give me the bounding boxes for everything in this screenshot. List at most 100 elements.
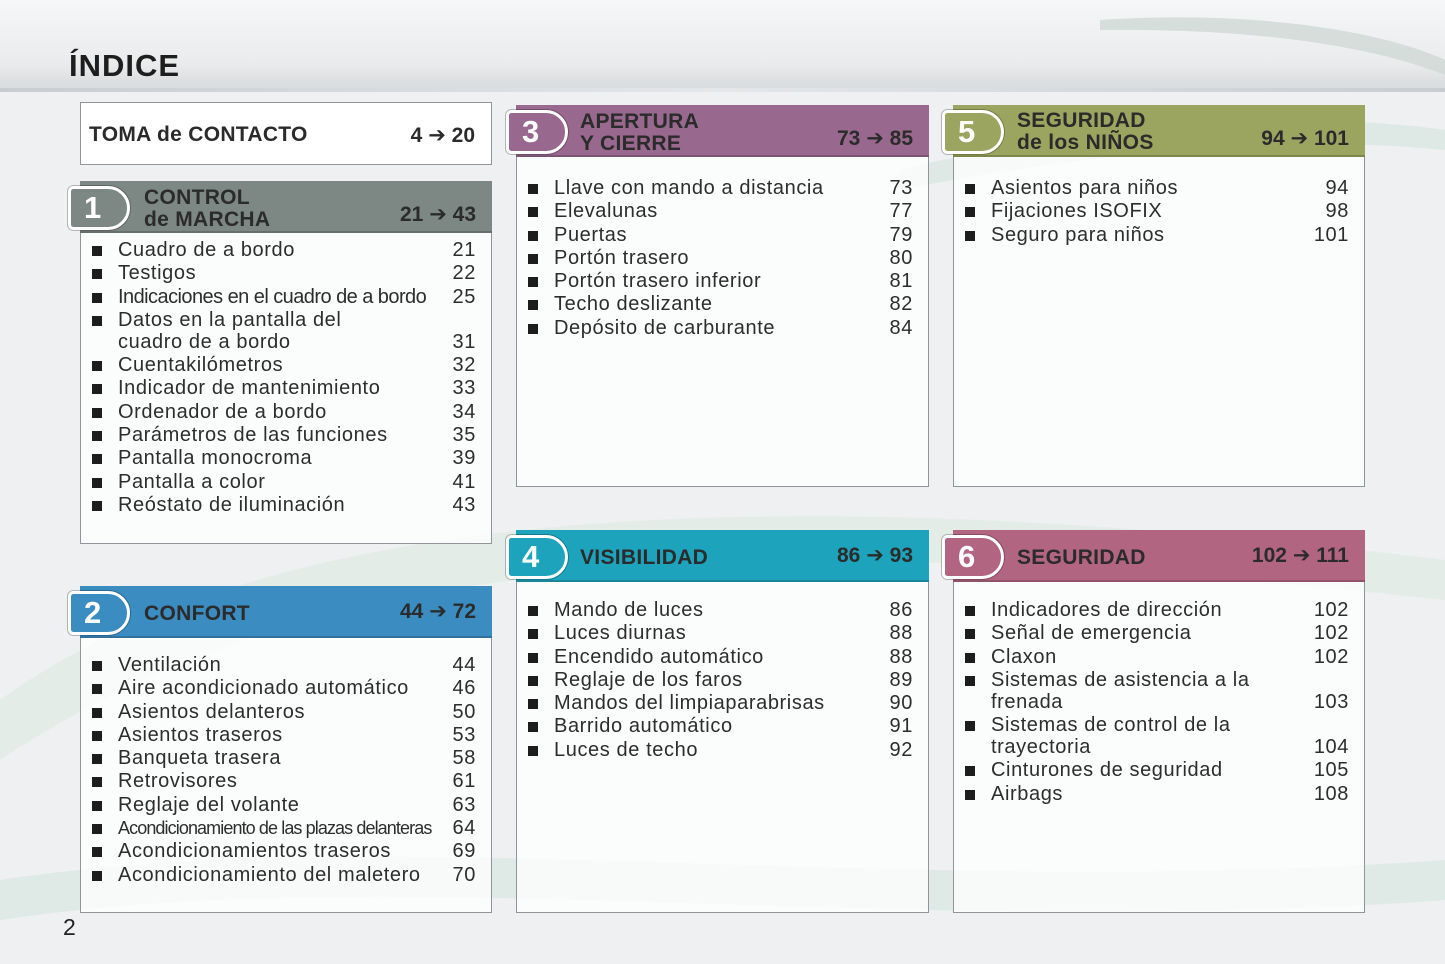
toc-entry[interactable]: Acondicionamiento de las plazas delanter… bbox=[80, 817, 492, 839]
square-bullet-icon bbox=[92, 730, 102, 741]
toc-entry[interactable]: Sistemas de asistencia a la frenada 103 bbox=[953, 669, 1365, 713]
section-6-entries: Indicadores de dirección 102 Señal de eme… bbox=[953, 599, 1365, 806]
toc-entry[interactable]: Portón trasero inferior 81 bbox=[516, 270, 929, 292]
arrow-right-icon: ➔ bbox=[866, 127, 884, 150]
square-bullet-icon bbox=[965, 629, 975, 640]
section-1-title: CONTROL de MARCHA bbox=[144, 186, 271, 231]
toc-entry[interactable]: Encendido automático 88 bbox=[516, 646, 929, 668]
section-2-range: 44 ➔ 72 bbox=[399, 600, 476, 623]
toc-entry[interactable]: Portón trasero 80 bbox=[516, 247, 929, 269]
toc-entry[interactable]: Seguro para niños 101 bbox=[953, 224, 1365, 246]
section-6-header: SEGURIDAD 102 ➔ 111 bbox=[953, 530, 1365, 582]
toc-entry[interactable]: Asientos para niños 94 bbox=[953, 177, 1365, 199]
toc-entry[interactable]: Llave con mando a distancia 73 bbox=[516, 177, 929, 199]
square-bullet-icon bbox=[92, 269, 102, 280]
section-2-number-badge: 2 bbox=[68, 591, 130, 635]
toc-entry[interactable]: Reglaje de los faros 89 bbox=[516, 669, 929, 691]
square-bullet-icon bbox=[528, 675, 538, 686]
square-bullet-icon bbox=[528, 722, 538, 733]
section-4-title: VISIBILIDAD bbox=[580, 546, 709, 569]
section-6-range: 102 ➔ 111 bbox=[1251, 544, 1349, 567]
section-2-title: CONFORT bbox=[144, 602, 250, 625]
toc-entry[interactable]: Banqueta trasera 58 bbox=[80, 747, 492, 769]
arrow-right-icon: ➔ bbox=[429, 600, 447, 623]
square-bullet-icon bbox=[965, 207, 975, 218]
square-bullet-icon bbox=[528, 300, 538, 311]
square-bullet-icon bbox=[92, 707, 102, 718]
square-bullet-icon bbox=[92, 500, 102, 511]
square-bullet-icon bbox=[92, 361, 102, 372]
square-bullet-icon bbox=[965, 652, 975, 663]
toma-label: TOMA de CONTACTO bbox=[89, 123, 308, 146]
toc-entry[interactable]: Datos en la pantalla del cuadro de a bor… bbox=[80, 309, 492, 353]
toc-entry[interactable]: Cuentakilómetros 32 bbox=[80, 354, 492, 376]
section-1-range: 21 ➔ 43 bbox=[399, 203, 476, 226]
toc-entry[interactable]: Airbags 108 bbox=[953, 783, 1365, 805]
section-4-number-badge: 4 bbox=[506, 535, 568, 579]
toc-entry[interactable]: Acondicionamiento del maletero 70 bbox=[80, 864, 492, 886]
toc-entry[interactable]: Puertas 79 bbox=[516, 224, 929, 246]
square-bullet-icon bbox=[92, 684, 102, 695]
toc-entry[interactable]: Claxon 102 bbox=[953, 646, 1365, 668]
section-5-panel bbox=[953, 105, 1365, 487]
square-bullet-icon bbox=[92, 407, 102, 418]
toc-entry[interactable]: Mando de luces 86 bbox=[516, 599, 929, 621]
square-bullet-icon bbox=[92, 477, 102, 488]
toc-entry[interactable]: Cuadro de a bordo 21 bbox=[80, 239, 492, 261]
toc-entry[interactable]: Depósito de carburante 84 bbox=[516, 317, 929, 339]
section-2-entries: Ventilación 44 Aire acondicionado automát… bbox=[80, 654, 492, 887]
section-5-number-badge: 5 bbox=[942, 110, 1004, 154]
section-5-range: 94 ➔ 101 bbox=[1261, 127, 1349, 150]
toc-entry[interactable]: Elevalunas 77 bbox=[516, 200, 929, 222]
toc-entry[interactable]: Acondicionamientos traseros 69 bbox=[80, 840, 492, 862]
toc-entry[interactable]: Barrido automático 91 bbox=[516, 715, 929, 737]
section-1-entries: Cuadro de a bordo 21 Testigos 22 Indicacio… bbox=[80, 239, 492, 517]
square-bullet-icon bbox=[528, 230, 538, 241]
toc-entry[interactable]: Luces diurnas 88 bbox=[516, 622, 929, 644]
toc-entry[interactable]: Parámetros de las funciones 35 bbox=[80, 424, 492, 446]
toc-entry[interactable]: Ventilación 44 bbox=[80, 654, 492, 676]
arrow-right-icon: ➔ bbox=[1292, 544, 1311, 567]
toc-entry[interactable]: Pantalla a color 41 bbox=[80, 471, 492, 493]
toc-entry[interactable]: Fijaciones ISOFIX 98 bbox=[953, 200, 1365, 222]
toma-de-contacto-box: TOMA de CONTACTO 4 ➔ 20 bbox=[80, 102, 492, 165]
toc-entry[interactable]: Testigos 22 bbox=[80, 262, 492, 284]
square-bullet-icon bbox=[965, 184, 975, 194]
square-bullet-icon bbox=[965, 606, 975, 616]
square-bullet-icon bbox=[92, 454, 102, 465]
arrow-right-icon: ➔ bbox=[429, 203, 447, 226]
square-bullet-icon bbox=[92, 384, 102, 395]
section-3-title: APERTURA Y CIERRE bbox=[580, 110, 700, 155]
toma-range: 4 ➔ 20 bbox=[410, 124, 475, 147]
toc-entry[interactable]: Cinturones de seguridad 105 bbox=[953, 759, 1365, 781]
section-3-entries: Llave con mando a distancia 73 Elevalunas… bbox=[516, 177, 929, 340]
toc-entry[interactable]: Asientos traseros 53 bbox=[80, 724, 492, 746]
toc-entry[interactable]: Reóstato de iluminación 43 bbox=[80, 494, 492, 516]
toc-entry[interactable]: Indicadores de dirección 102 bbox=[953, 599, 1365, 621]
toc-entry[interactable]: Asientos delanteros 50 bbox=[80, 701, 492, 723]
arrow-right-icon: ➔ bbox=[1290, 127, 1309, 150]
square-bullet-icon bbox=[92, 431, 102, 442]
section-2-header: CONFORT 44 ➔ 72 bbox=[80, 586, 492, 638]
toc-entry[interactable]: Aire acondicionado automático 46 bbox=[80, 677, 492, 699]
square-bullet-icon bbox=[92, 754, 102, 765]
square-bullet-icon bbox=[965, 675, 975, 686]
toc-entry[interactable]: Reglaje del volante 63 bbox=[80, 794, 492, 816]
section-4-header: VISIBILIDAD 86 ➔ 93 bbox=[516, 530, 929, 582]
toc-entry[interactable]: Señal de emergencia 102 bbox=[953, 622, 1365, 644]
toc-entry[interactable]: Mandos del limpiaparabrisas 90 bbox=[516, 692, 929, 714]
toc-entry[interactable]: Indicaciones en el cuadro de a bordo 25 bbox=[80, 286, 492, 308]
section-5-title: SEGURIDAD de los NIÑOS bbox=[1017, 109, 1154, 154]
toc-entry[interactable]: Pantalla monocroma 39 bbox=[80, 447, 492, 469]
toc-entry[interactable]: Indicador de mantenimiento 33 bbox=[80, 377, 492, 399]
square-bullet-icon bbox=[528, 207, 538, 218]
toc-entry[interactable]: Retrovisores 61 bbox=[80, 770, 492, 792]
section-1-header: CONTROL de MARCHA 21 ➔ 43 bbox=[80, 181, 492, 233]
toc-entry[interactable]: Ordenador de a bordo 34 bbox=[80, 401, 492, 423]
toc-entry[interactable]: Luces de techo 92 bbox=[516, 739, 929, 761]
toc-entry[interactable]: Techo deslizante 82 bbox=[516, 293, 929, 315]
section-3-header: APERTURA Y CIERRE 73 ➔ 85 bbox=[516, 105, 929, 157]
square-bullet-icon bbox=[92, 777, 102, 788]
square-bullet-icon bbox=[92, 661, 102, 671]
toc-entry[interactable]: Sistemas de control de la trayectoria 104 bbox=[953, 714, 1365, 758]
